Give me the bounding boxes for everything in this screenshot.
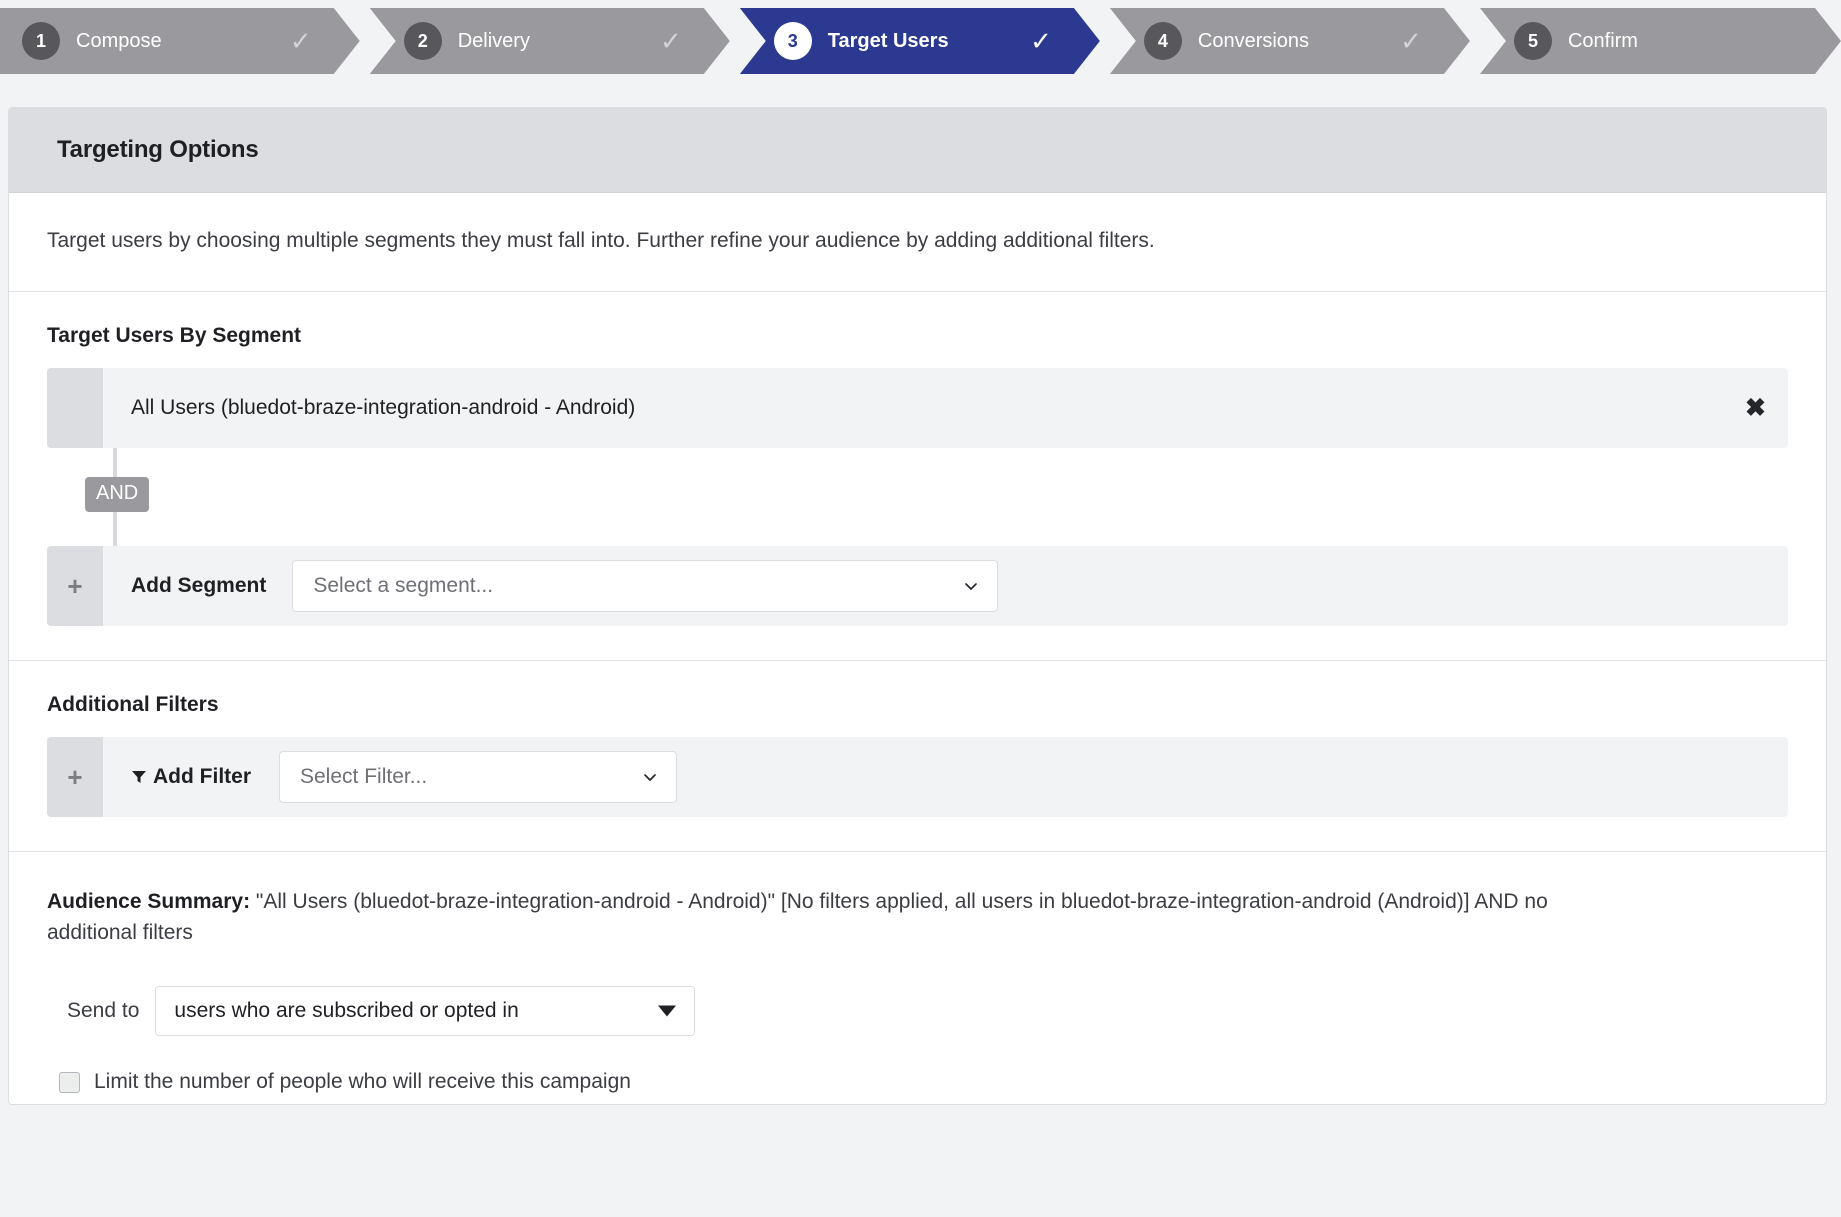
step-label: Compose — [76, 29, 162, 52]
add-segment-label: Add Segment — [131, 574, 267, 597]
check-icon: ✓ — [289, 26, 312, 56]
segment-select-placeholder: Select a segment... — [313, 574, 494, 597]
check-icon: ✓ — [660, 26, 682, 56]
add-filter-label-group: Add Filter — [131, 765, 251, 789]
and-operator-badge: AND — [85, 477, 150, 512]
step-number-badge: 3 — [774, 22, 812, 60]
wizard-step-compose[interactable]: 1 Compose ✓ — [0, 8, 360, 74]
send-to-row: Send to users who are subscribed or opte… — [47, 986, 1788, 1037]
section-title-filters: Additional Filters — [47, 693, 219, 716]
check-icon: ✓ — [1400, 26, 1422, 56]
add-filter-label: Add Filter — [153, 765, 251, 788]
segment-name: All Users (bluedot-braze-integration-and… — [131, 396, 636, 419]
additional-filters-section: Additional Filters + Add Filter Select F… — [9, 661, 1826, 852]
send-to-label: Send to — [67, 999, 140, 1023]
add-segment-row-body: Add Segment Select a segment... — [103, 546, 1788, 626]
step-number-badge: 5 — [1514, 22, 1552, 60]
wizard-step-delivery[interactable]: 2 Delivery ✓ — [370, 8, 730, 74]
wizard-step-target-users[interactable]: 3 Target Users ✓ — [740, 8, 1100, 74]
segment-operator-connector: AND — [47, 448, 1788, 546]
check-icon: ✓ — [1030, 26, 1052, 56]
target-users-by-segment-section: Target Users By Segment All Users (blued… — [9, 292, 1826, 661]
step-number-badge: 1 — [22, 22, 60, 60]
step-label: Conversions — [1197, 29, 1310, 52]
panel-header: Targeting Options — [9, 108, 1826, 193]
segment-drag-handle[interactable] — [47, 368, 103, 448]
segment-select[interactable]: Select a segment... — [292, 560, 999, 612]
step-number-badge: 2 — [404, 22, 442, 60]
segment-row-body: All Users (bluedot-braze-integration-and… — [103, 368, 1788, 448]
send-to-value: users who are subscribed or opted in — [174, 999, 519, 1023]
step-number-badge: 4 — [1144, 22, 1182, 60]
audience-summary: Audience Summary: "All Users (bluedot-br… — [47, 886, 1627, 948]
add-filter-row-body: Add Filter Select Filter... — [103, 737, 1788, 817]
intro-section: Target users by choosing multiple segmen… — [9, 193, 1826, 292]
step-label: Delivery — [457, 29, 530, 52]
plus-icon[interactable]: + — [47, 546, 103, 626]
audience-summary-label: Audience Summary: — [47, 890, 251, 913]
segment-row: All Users (bluedot-braze-integration-and… — [47, 368, 1788, 448]
plus-icon[interactable]: + — [47, 737, 103, 817]
target-users-screen: 1 Compose ✓ 2 Delivery ✓ 3 Target Users … — [0, 0, 1841, 1217]
wizard-step-conversions[interactable]: 4 Conversions ✓ — [1110, 8, 1470, 74]
page-title: Targeting Options — [57, 136, 259, 163]
filter-select-placeholder: Select Filter... — [300, 765, 428, 788]
close-icon[interactable]: ✖ — [1745, 395, 1766, 421]
chevron-down-icon — [965, 583, 978, 590]
filter-select[interactable]: Select Filter... — [279, 751, 677, 803]
audience-summary-text: "All Users (bluedot-braze-integration-an… — [47, 890, 1548, 945]
targeting-options-panel: Targeting Options Target users by choosi… — [8, 107, 1827, 1106]
send-to-select[interactable]: users who are subscribed or opted in — [155, 986, 696, 1037]
caret-down-icon — [658, 1005, 677, 1017]
campaign-wizard-steps: 1 Compose ✓ 2 Delivery ✓ 3 Target Users … — [0, 8, 1841, 74]
limit-recipients-row: Limit the number of people who will rece… — [47, 1070, 1788, 1104]
step-label: Confirm — [1567, 29, 1638, 52]
intro-description: Target users by choosing multiple segmen… — [47, 229, 1155, 252]
chevron-down-icon — [644, 774, 656, 781]
add-segment-row: + Add Segment Select a segment... — [47, 546, 1788, 626]
limit-recipients-checkbox[interactable] — [59, 1071, 80, 1093]
add-filter-row: + Add Filter Select Filter... — [47, 737, 1788, 817]
audience-summary-section: Audience Summary: "All Users (bluedot-br… — [9, 852, 1826, 1104]
step-label: Target Users — [827, 29, 949, 52]
funnel-icon — [132, 771, 146, 783]
section-title-segments: Target Users By Segment — [47, 324, 302, 347]
limit-recipients-label: Limit the number of people who will rece… — [94, 1070, 631, 1094]
wizard-step-confirm[interactable]: 5 Confirm — [1480, 8, 1841, 74]
